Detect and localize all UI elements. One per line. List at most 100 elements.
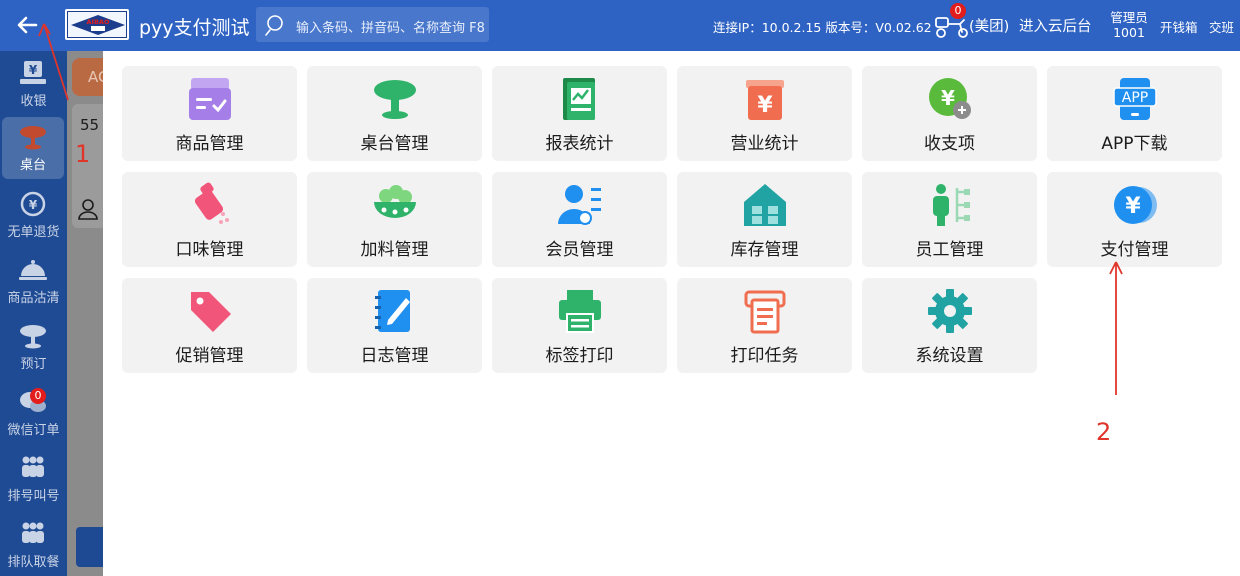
tile-table-management[interactable]: 桌台管理: [307, 66, 482, 161]
svg-text:APP: APP: [1122, 90, 1148, 106]
open-cash-drawer-button[interactable]: 开钱箱: [1160, 17, 1198, 36]
tile-payment-management[interactable]: ¥ 支付管理: [1047, 172, 1222, 267]
product-management-icon: [189, 78, 231, 120]
search-box[interactable]: 输入条码、拼音码、名称查询 F8: [256, 7, 489, 42]
tile-label: 支付管理: [1100, 240, 1169, 260]
promotion-management-icon: [191, 292, 231, 332]
admin-id: 1001: [1113, 25, 1145, 40]
inventory-management-icon: [744, 184, 786, 226]
tile-topping-management[interactable]: 加料管理: [307, 172, 482, 267]
tile-label-print[interactable]: 标签打印: [492, 278, 667, 373]
aibao-logo: AIBAO: [65, 9, 129, 40]
tile-promotion-management[interactable]: 促销管理: [122, 278, 297, 373]
table-icon: [20, 126, 46, 150]
app-download-icon: APP: [1113, 78, 1157, 120]
tile-flavor-management[interactable]: 口味管理: [122, 172, 297, 267]
delivery-badge: 0: [950, 3, 966, 19]
staff-management-icon: [933, 184, 970, 226]
sidebar-item-table[interactable]: 桌台: [2, 117, 64, 179]
management-panel: 商品管理 桌台管理 报表统计 ¥ 营业统计 ¥ 收支项 APP APP下载 口味…: [103, 51, 1240, 576]
sidebar-item-label: 收银: [20, 94, 47, 109]
search-placeholder[interactable]: 输入条码、拼音码、名称查询 F8: [296, 17, 485, 36]
tile-system-settings[interactable]: 系统设置: [862, 278, 1037, 373]
tile-label: 促销管理: [175, 346, 244, 366]
reservation-icon: [20, 325, 46, 349]
tile-label: 报表统计: [545, 134, 614, 154]
sidebar-item-label: 桌台: [19, 158, 46, 173]
search-icon: [265, 15, 283, 36]
sidebar-item-reservation[interactable]: 预订: [0, 316, 67, 378]
tile-staff-management[interactable]: 员工管理: [862, 172, 1037, 267]
meituan-label[interactable]: (美团): [969, 15, 1009, 36]
tile-product-management[interactable]: 商品管理: [122, 66, 297, 161]
tile-label: 日志管理: [360, 346, 429, 366]
tile-label: 口味管理: [175, 240, 244, 260]
tile-member-management[interactable]: 会员管理: [492, 172, 667, 267]
sidebar-item-queue-pickup[interactable]: 排队取餐: [0, 514, 67, 576]
tile-print-task[interactable]: 打印任务: [677, 278, 852, 373]
tile-income-expense[interactable]: ¥ 收支项: [862, 66, 1037, 161]
business-statistics-icon: ¥: [746, 80, 784, 120]
sidebar-item-label: 排号叫号: [7, 489, 60, 504]
sidebar-item-label: 微信订单: [7, 423, 60, 438]
tile-label: 库存管理: [730, 240, 799, 260]
tile-log-management[interactable]: 日志管理: [307, 278, 482, 373]
sidebar-item-label: 无单退货: [7, 225, 60, 240]
income-expense-icon: ¥: [929, 78, 971, 119]
annotation-step-2: 2: [1096, 418, 1112, 446]
tile-label: 标签打印: [545, 346, 614, 366]
annotation-step-1: 1: [75, 140, 91, 168]
tile-label: 营业统计: [730, 134, 799, 154]
top-bar: AIBAO pyy支付测试 输入条码、拼音码、名称查询 F8 连接IP：10.0…: [0, 0, 1240, 51]
svg-text:¥: ¥: [1125, 194, 1141, 219]
tile-app-download[interactable]: APP APP下载: [1047, 66, 1222, 161]
log-management-icon: [375, 290, 410, 332]
return-yen-icon: ¥: [20, 191, 46, 217]
tile-label: 员工管理: [915, 240, 984, 260]
payment-management-icon: ¥: [1114, 186, 1157, 224]
tile-label: 收支项: [924, 134, 975, 154]
flavor-management-icon: [194, 182, 229, 224]
user-icon: [78, 199, 98, 220]
svg-text:¥: ¥: [757, 93, 773, 118]
background-number: 55: [80, 116, 100, 134]
cloche-icon: [19, 260, 47, 280]
admin-role: 管理员: [1110, 10, 1148, 25]
system-settings-icon: [928, 289, 972, 333]
tile-label: 商品管理: [175, 134, 244, 154]
tile-label: APP下载: [1101, 134, 1168, 154]
label-print-icon: [559, 290, 601, 333]
tile-report-statistics[interactable]: 报表统计: [492, 66, 667, 161]
logo-text: AIBAO: [87, 18, 110, 26]
report-statistics-icon: [563, 78, 595, 120]
tile-business-statistics[interactable]: ¥ 营业统计: [677, 66, 852, 161]
sidebar-item-label: 商品沽清: [7, 291, 60, 306]
sidebar-item-label: 预订: [20, 357, 47, 372]
connection-info: 连接IP：10.0.2.15 版本号：V0.02.62: [713, 20, 932, 35]
sidebar-item-queue-call[interactable]: 排号叫号: [0, 448, 67, 510]
svg-text:¥: ¥: [29, 63, 38, 77]
sidebar-item-soldout[interactable]: 商品沽清: [0, 250, 67, 312]
print-task-icon: [744, 290, 786, 334]
sidebar-item-cashier[interactable]: ¥ 收银: [0, 53, 67, 115]
sidebar-item-return[interactable]: ¥ 无单退货: [0, 184, 67, 246]
table-management-icon: [374, 80, 416, 119]
tile-inventory-management[interactable]: 库存管理: [677, 172, 852, 267]
cloud-backend-link[interactable]: 进入云后台: [1019, 15, 1092, 36]
topping-management-icon: [374, 185, 416, 218]
svg-text:¥: ¥: [941, 86, 955, 110]
tile-label: 系统设置: [915, 346, 984, 366]
sidebar-item-wechat[interactable]: 0 微信订单: [0, 382, 67, 444]
tile-label: 打印任务: [730, 346, 799, 366]
cashier-yen-icon: ¥: [20, 61, 46, 84]
member-management-icon: [558, 185, 601, 225]
tile-label: 会员管理: [545, 240, 614, 260]
sidebar: ¥ 收银 桌台 ¥ 无单退货 商品沽清 预订 0 微信订单 排号叫号 排队取餐: [0, 51, 67, 576]
queue-people-icon: [22, 456, 44, 477]
back-arrow-icon[interactable]: [14, 12, 40, 38]
admin-info[interactable]: 管理员 1001: [1104, 10, 1154, 40]
svg-text:¥: ¥: [29, 198, 38, 212]
queue-pickup-icon: [22, 522, 44, 543]
handover-button[interactable]: 交班: [1209, 17, 1234, 36]
wechat-order-badge: 0: [30, 388, 46, 404]
